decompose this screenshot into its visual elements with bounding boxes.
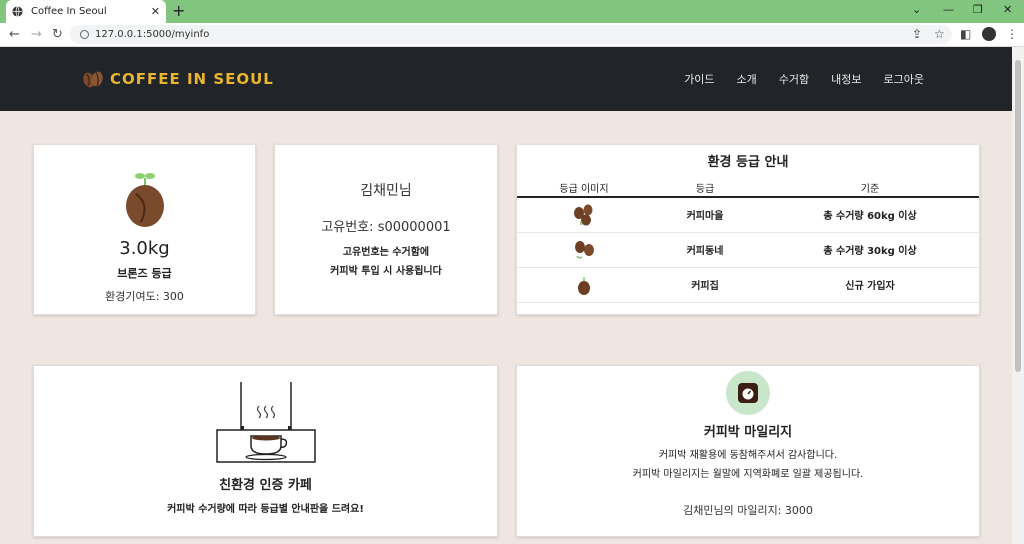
grade-guide-title: 환경 등급 안내	[707, 155, 789, 170]
new-tab-icon[interactable]: +	[172, 1, 185, 21]
nav-link-guide[interactable]: 가이드	[684, 71, 714, 87]
header-criteria: 기준	[860, 184, 880, 195]
restore-icon[interactable]: ❐	[973, 3, 983, 16]
header-grade-image: 등급 이미지	[559, 184, 609, 195]
grade-criteria: 총 수거량 60kg 이상	[823, 211, 917, 222]
browser-tabbar: Coffee In Seoul ✕ + ⌄ — ❐ ✕	[0, 0, 1024, 23]
close-window-icon[interactable]: ✕	[1003, 3, 1012, 16]
header-grade: 등급	[695, 184, 715, 195]
nav-link-bins[interactable]: 수거함	[779, 71, 809, 87]
back-icon[interactable]: ←	[9, 27, 20, 43]
user-id-note-line1: 고유번호는 수거함에	[342, 247, 430, 258]
brand-name: COFFEE IN SEOUL	[110, 70, 274, 88]
scrollbar-thumb[interactable]	[1015, 60, 1021, 372]
site-navbar: COFFEE IN SEOUL 가이드 소개 수거함 내정보 로그아웃	[0, 47, 1012, 111]
grade-name: 커피집	[691, 281, 719, 292]
cafe-sign-icon	[215, 382, 316, 463]
grade-table-header: 등급 이미지 등급 기준	[517, 176, 979, 198]
neighborhood-beans-icon	[575, 241, 594, 259]
coffee-bean-logo-icon	[83, 71, 103, 88]
scale-icon	[726, 371, 770, 415]
url-text: 127.0.0.1:5000/myinfo	[95, 29, 210, 40]
village-beans-icon	[574, 204, 593, 226]
cafe-description: 커피박 수거량에 따라 등급별 안내판을 드려요!	[167, 504, 364, 515]
mileage-desc-line2: 커피박 마일리지는 월말에 지역화폐로 일괄 제공됩니다.	[632, 469, 864, 480]
profile-grade: 브론즈 등급	[117, 267, 172, 280]
table-row: 커피집 신규 가입자	[517, 268, 979, 303]
minimize-icon[interactable]: —	[943, 3, 954, 16]
sprout-bean-icon	[125, 173, 164, 227]
mileage-user-balance: 김채민님의 마일리지: 3000	[683, 504, 813, 517]
site-info-icon[interactable]	[80, 30, 89, 39]
address-bar: ← → ↻ 127.0.0.1:5000/myinfo ⇪ ☆ ◧ ⋮	[0, 23, 1024, 47]
house-bean-icon	[578, 277, 590, 295]
browser-tab[interactable]: Coffee In Seoul ✕	[6, 0, 166, 23]
tab-close-icon[interactable]: ✕	[151, 5, 160, 18]
table-row: 커피마을 총 수거량 60kg 이상	[517, 198, 979, 233]
share-icon[interactable]: ⇪	[912, 27, 922, 41]
user-name: 김채민님	[360, 183, 412, 199]
globe-icon	[12, 6, 23, 17]
grade-criteria: 신규 가입자	[845, 281, 895, 292]
forward-icon[interactable]: →	[31, 27, 42, 43]
grade-name: 커피마을	[686, 211, 724, 222]
user-id-note: 고유번호는 수거함에 커피박 투입 시 사용됩니다	[275, 243, 497, 281]
menu-kebab-icon[interactable]: ⋮	[1006, 27, 1018, 41]
cafe-card: 친환경 인증 카페 커피박 수거량에 따라 등급별 안내판을 드려요!	[33, 365, 498, 537]
nav-link-about[interactable]: 소개	[737, 71, 757, 87]
profile-weight: 3.0kg	[119, 238, 170, 259]
brand[interactable]: COFFEE IN SEOUL	[82, 69, 274, 89]
url-field[interactable]: 127.0.0.1:5000/myinfo	[70, 25, 952, 44]
mileage-title: 커피박 마일리지	[703, 425, 793, 440]
mileage-description: 커피박 재활용에 동참해주셔서 감사합니다. 커피박 마일리지는 월말에 지역화…	[517, 446, 979, 484]
tab-title: Coffee In Seoul	[31, 6, 107, 17]
table-row: 커피동네 총 수거량 30kg 이상	[517, 233, 979, 268]
grade-guide-card: 환경 등급 안내 등급 이미지 등급 기준 커피마을 총 수거량 60kg 이상…	[516, 144, 980, 315]
user-card: 김채민님 고유번호: s00000001 고유번호는 수거함에 커피박 투입 시…	[274, 144, 498, 315]
profile-avatar-icon[interactable]	[982, 27, 996, 41]
nav-link-logout[interactable]: 로그아웃	[884, 71, 924, 87]
grade-name: 커피동네	[686, 246, 724, 257]
mileage-card: 커피박 마일리지 커피박 재활용에 동참해주셔서 감사합니다. 커피박 마일리지…	[516, 365, 980, 537]
tab-search-icon[interactable]: ⌄	[912, 3, 921, 16]
profile-card: 3.0kg 브론즈 등급 환경기여도: 300	[33, 144, 256, 315]
bookmark-star-icon[interactable]: ☆	[934, 27, 945, 41]
cafe-title: 친환경 인증 카페	[219, 478, 312, 493]
reload-icon[interactable]: ↻	[52, 27, 63, 43]
nav-link-myinfo[interactable]: 내정보	[831, 71, 861, 87]
nav-links: 가이드 소개 수거함 내정보 로그아웃	[684, 71, 924, 87]
grade-criteria: 총 수거량 30kg 이상	[823, 246, 917, 257]
user-id: 고유번호: s00000001	[321, 220, 451, 235]
mileage-desc-line1: 커피박 재활용에 동참해주셔서 감사합니다.	[658, 450, 838, 461]
page-scrollbar[interactable]	[1012, 47, 1024, 544]
side-panel-icon[interactable]: ◧	[960, 27, 971, 41]
profile-contribution: 환경기여도: 300	[105, 290, 184, 303]
user-id-note-line2: 커피박 투입 시 사용됩니다	[330, 266, 442, 277]
